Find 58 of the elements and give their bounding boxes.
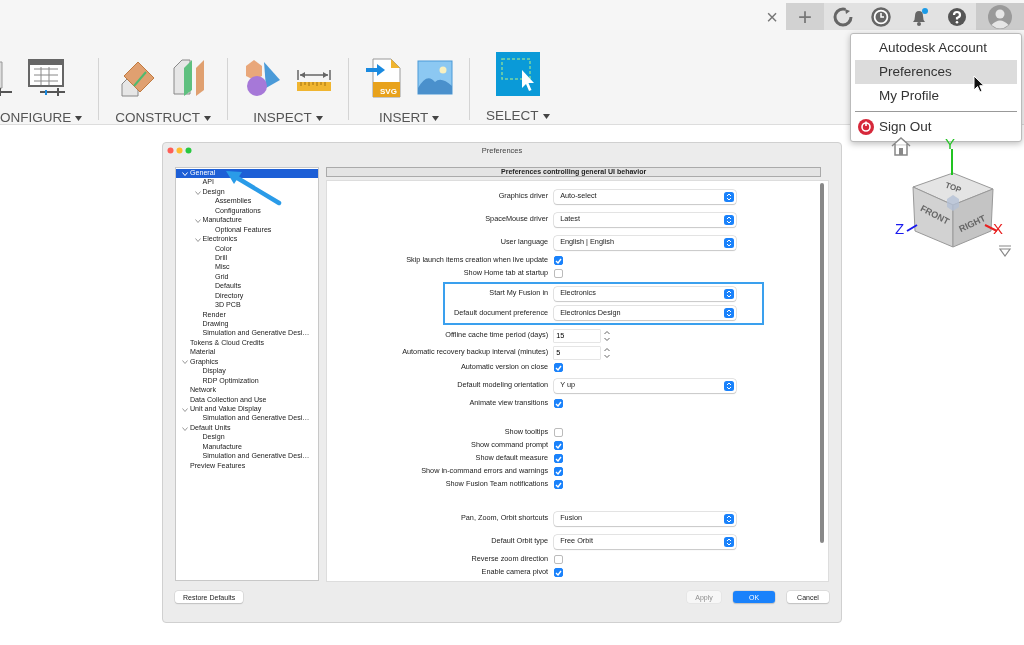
stepper-icon [724,288,735,299]
menu-item[interactable]: Preferences [855,60,1017,84]
caret-icon [204,115,211,121]
chevron-down-icon[interactable] [194,218,201,223]
stepper-icon [724,214,735,225]
chevron-down-icon[interactable] [182,360,188,365]
cursor-icon [973,75,985,93]
window-controls-icon[interactable] [167,147,193,154]
menu-item[interactable]: My Profile [855,84,1017,108]
table-slider-icon[interactable] [28,58,66,98]
chevron-down-icon[interactable] [194,237,201,242]
checkbox[interactable] [554,269,564,278]
checkbox[interactable] [554,555,564,564]
close-tab-button[interactable]: × [758,3,786,30]
file-type-label: SVG [380,86,397,96]
caret-icon [432,115,440,121]
caret-icon [315,115,323,121]
checkbox[interactable] [554,480,564,489]
toolbar-dropdown[interactable]: INSERT [378,110,440,126]
checkbox[interactable] [554,399,564,408]
stepper-icon [724,513,735,524]
caret-icon [75,115,83,121]
checkbox[interactable] [554,441,564,450]
toolbar-dropdown[interactable]: CONSTRUCT [115,110,211,126]
axis-label: X [993,220,1003,237]
spin-arrows-icon[interactable] [603,346,612,359]
checkbox[interactable] [554,363,564,372]
image-icon[interactable] [417,58,453,98]
cube-face-label: TOP [944,180,963,195]
chevron-down-icon[interactable] [182,407,188,412]
checkbox[interactable] [554,467,564,476]
scrollbar[interactable] [820,183,824,543]
stepper-icon [724,536,735,547]
stepper-icon [724,237,735,248]
toolbar-dropdown[interactable]: ONFIGURE [0,110,83,126]
home-icon[interactable] [890,135,912,157]
chevron-down-icon[interactable] [182,426,188,431]
stepper-icon [724,308,735,319]
caret-icon [542,113,550,119]
toolbar-dropdown[interactable]: SELECT [486,108,550,124]
stepper-icon [724,380,735,391]
shapes-icon[interactable] [244,58,282,98]
checkbox[interactable] [554,454,564,463]
menu-item[interactable]: Autodesk Account [855,36,1017,60]
checkbox[interactable] [554,568,564,577]
checkbox[interactable] [554,428,564,437]
help-icon[interactable] [947,6,967,27]
selection-icon[interactable] [495,52,540,96]
dropdown-triangle-icon[interactable] [998,245,1012,257]
power-icon [857,118,875,136]
checkbox[interactable] [554,256,564,265]
axis-label: Z [895,220,905,237]
stepper-icon [724,191,735,202]
clock-icon[interactable] [871,6,891,27]
chevron-down-icon[interactable] [194,190,201,195]
avatar-icon[interactable] [988,4,1012,29]
spin-arrows-icon[interactable] [603,329,612,342]
toolbar-dropdown[interactable]: INSPECT [253,110,323,126]
